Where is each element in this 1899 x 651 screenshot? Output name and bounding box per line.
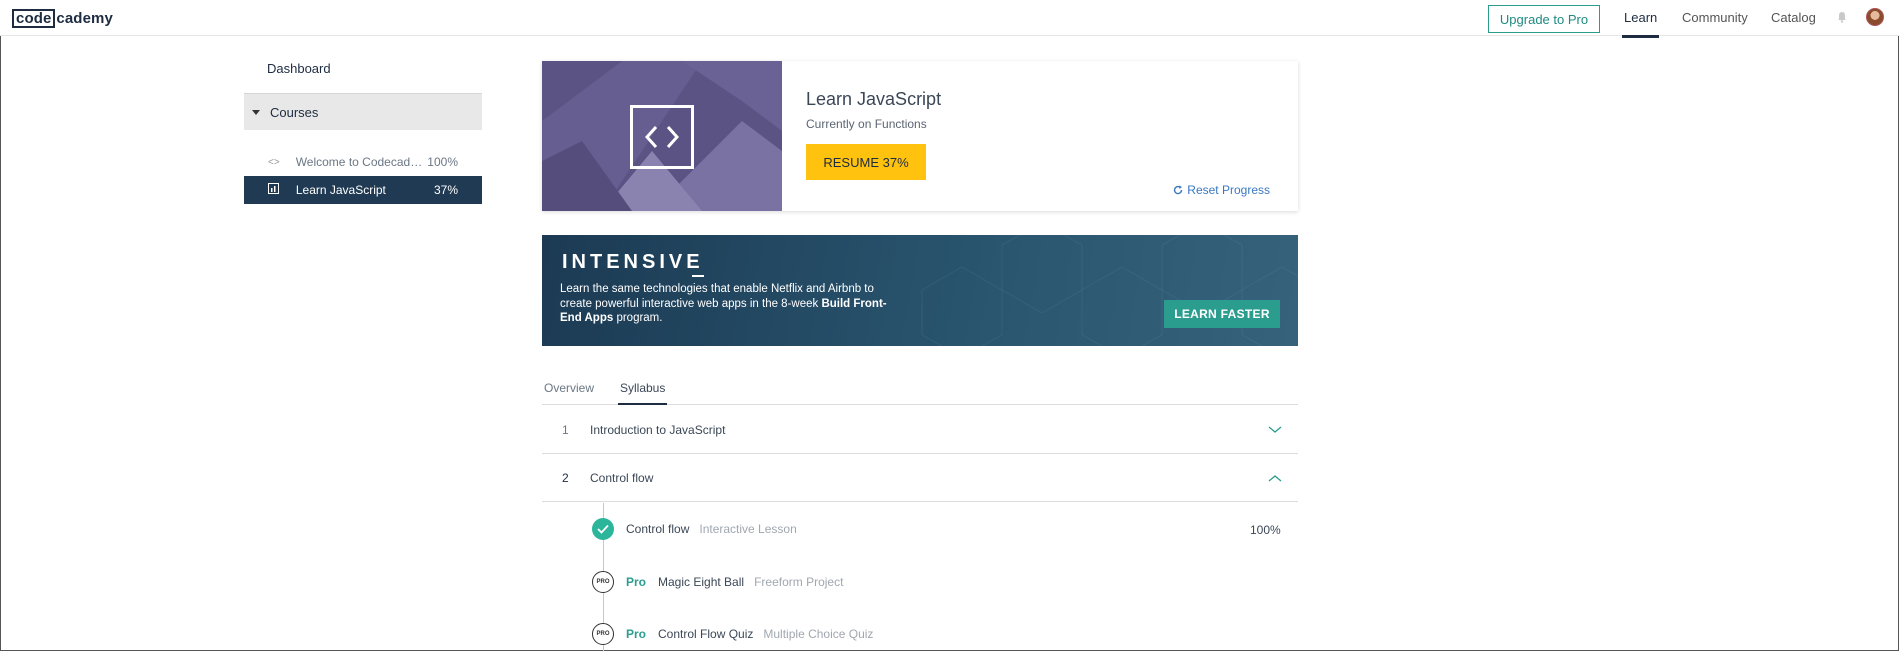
refresh-icon [1174, 185, 1183, 195]
unit-title: Introduction to JavaScript [590, 422, 726, 437]
reset-progress-label: Reset Progress [1187, 183, 1270, 197]
logo-rest-text: cademy [56, 10, 113, 27]
banner-title: INTENSIVE [562, 251, 704, 277]
chart-icon [268, 183, 280, 197]
sidebar-dashboard-link[interactable]: Dashboard [267, 61, 331, 76]
resume-button[interactable]: RESUME 37% [806, 144, 926, 180]
tab-overview[interactable]: Overview [544, 381, 594, 395]
lesson-name: Control Flow Quiz [658, 627, 754, 641]
lesson-name: Magic Eight Ball [658, 575, 745, 589]
pro-tag: Pro [626, 627, 647, 641]
code-icon [630, 105, 694, 169]
pro-badge-icon: PRO [592, 571, 614, 593]
caret-down-icon [252, 109, 260, 115]
unit-number: 2 [562, 470, 569, 485]
nav-link-learn[interactable]: Learn [1621, 10, 1660, 38]
nav-link-community[interactable]: Community [1682, 10, 1748, 25]
chevron-up-icon[interactable] [1268, 474, 1282, 482]
unit-number: 1 [562, 422, 569, 437]
lesson-kind: Interactive Lesson [699, 522, 797, 536]
course-card: Learn JavaScript Currently on Functions … [542, 61, 1298, 211]
lesson-percent: 100% [1250, 523, 1281, 537]
nav-link-catalog[interactable]: Catalog [1771, 10, 1816, 25]
sidebar-courses-label: Courses [270, 104, 319, 120]
syllabus-unit-2[interactable]: 2 Control flow [542, 454, 1298, 502]
sidebar-item-label: Learn JavaScript [295, 183, 386, 197]
sidebar-item-percent: 37% [433, 183, 458, 197]
sidebar-courses-header[interactable]: Courses [244, 93, 482, 130]
chevron-down-icon[interactable] [1268, 426, 1282, 434]
sidebar-item-welcome[interactable]: <> Welcome to Codecademy! 100% [244, 148, 482, 176]
banner-text-part: program. [613, 312, 663, 324]
lesson-magic-eight-ball[interactable]: PRO Pro Magic Eight Ball Freeform Projec… [592, 571, 843, 593]
banner-title-text: INTENSIVE [562, 251, 704, 273]
lesson-name: Control flow [626, 522, 690, 536]
code-icon: <> [268, 156, 280, 168]
reset-progress-link[interactable]: Reset Progress [1173, 183, 1270, 197]
course-hero-image [542, 61, 782, 211]
banner-description: Learn the same technologies that enable … [560, 282, 900, 326]
avatar[interactable] [1866, 8, 1884, 26]
banner-title-underline [691, 275, 704, 277]
lesson-control-flow[interactable]: Control flow Interactive Lesson [592, 518, 797, 540]
sidebar-item-label: Welcome to Codecademy! [295, 155, 428, 169]
logo-box-text: code [12, 9, 56, 28]
course-current-lesson: Currently on Functions [806, 117, 927, 131]
pro-tag: Pro [626, 575, 647, 589]
upgrade-to-pro-button[interactable]: Upgrade to Pro [1488, 5, 1600, 33]
lesson-kind: Multiple Choice Quiz [763, 627, 874, 641]
syllabus-unit-1[interactable]: 1 Introduction to JavaScript [542, 406, 1298, 454]
learn-faster-button[interactable]: LEARN FASTER [1164, 300, 1280, 328]
unit-title: Control flow [590, 470, 654, 485]
lesson-control-flow-quiz[interactable]: PRO Pro Control Flow Quiz Multiple Choic… [592, 623, 873, 645]
bell-icon[interactable] [1836, 11, 1848, 23]
codecademy-logo[interactable]: code cademy [12, 9, 113, 28]
check-icon [592, 518, 614, 540]
lesson-kind: Freeform Project [754, 575, 844, 589]
course-title: Learn JavaScript [806, 89, 942, 109]
intensive-banner: INTENSIVE Learn the same technologies th… [542, 235, 1298, 346]
tab-syllabus[interactable]: Syllabus [617, 381, 668, 405]
sidebar-item-learn-javascript[interactable]: Learn JavaScript 37% [244, 176, 482, 204]
course-tabs: Overview Syllabus [542, 374, 1298, 405]
pro-badge-icon: PRO [592, 623, 614, 645]
top-nav: code cademy Upgrade to Pro Learn Communit… [0, 0, 1899, 38]
sidebar-item-percent: 100% [427, 155, 458, 169]
